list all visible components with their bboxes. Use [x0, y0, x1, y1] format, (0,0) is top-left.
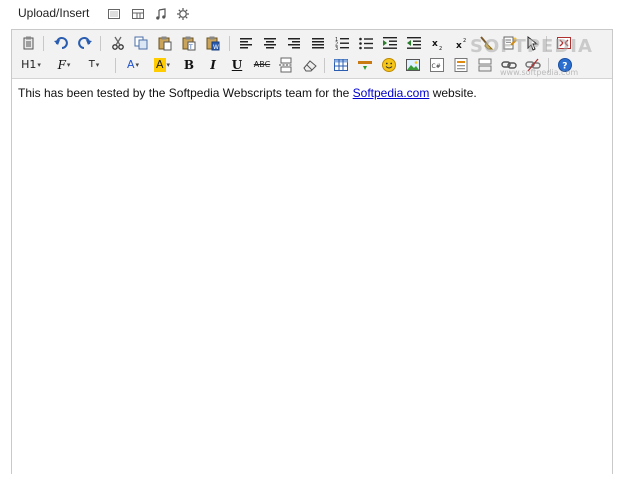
highlight-color-label: A [153, 58, 166, 72]
toolbar-separator [115, 58, 116, 73]
font-family-dropdown[interactable]: F ▾ [52, 55, 76, 75]
toolbar-separator [43, 36, 44, 51]
copy-icon[interactable] [131, 33, 151, 53]
chevron-down-icon: ▾ [95, 61, 100, 69]
paste-word-icon[interactable]: T [179, 33, 199, 53]
insert-code-icon[interactable]: C# [427, 55, 447, 75]
svg-text:x: x [456, 41, 462, 51]
highlight-color-dropdown[interactable]: A ▾ [149, 55, 175, 75]
heading-dropdown[interactable]: H1 ▾ [18, 55, 44, 75]
page-break-icon[interactable] [276, 55, 296, 75]
svg-text:2: 2 [463, 38, 466, 44]
paste-text-icon[interactable] [155, 33, 175, 53]
toolbar-separator [229, 36, 230, 51]
superscript-icon[interactable]: x2 [452, 33, 472, 53]
add-video-icon[interactable] [131, 7, 145, 21]
content-text-end: website. [429, 86, 477, 100]
indent-icon[interactable] [380, 33, 400, 53]
align-center-icon[interactable] [260, 33, 280, 53]
undo-icon[interactable] [51, 33, 71, 53]
chevron-down-icon: ▾ [66, 61, 71, 69]
cut-icon[interactable] [108, 33, 128, 53]
bold-label: B [183, 58, 195, 72]
chevron-down-icon: ▾ [166, 61, 171, 69]
add-audio-icon[interactable] [154, 7, 168, 21]
rich-text-editor: T W 123 x 2 x 2 H1 ▾ F ▾ T ▾ A ▾ A ▾ B I… [11, 29, 613, 474]
underline-label: U [231, 58, 243, 72]
align-right-icon[interactable] [284, 33, 304, 53]
upload-insert-label: Upload/Insert [18, 6, 90, 20]
align-justify-icon[interactable] [308, 33, 328, 53]
outdent-icon[interactable] [404, 33, 424, 53]
svg-text:W: W [213, 44, 219, 51]
bold-button[interactable]: B [179, 55, 199, 75]
svg-text:x: x [432, 39, 438, 49]
font-color-label: A [126, 58, 135, 71]
template-icon[interactable] [451, 55, 471, 75]
insert-image-icon[interactable] [403, 55, 423, 75]
softpedia-watermark-url: www.softpedia.com [500, 68, 579, 77]
editor-content[interactable]: This has been tested by the Softpedia We… [18, 86, 598, 100]
svg-text:T: T [188, 44, 193, 51]
font-color-dropdown[interactable]: A ▾ [121, 55, 145, 75]
smiley-icon[interactable] [379, 55, 399, 75]
upload-insert-bar: Upload/Insert [0, 0, 623, 28]
underline-button[interactable]: U [227, 55, 247, 75]
svg-text:C#: C# [432, 63, 441, 70]
strikethrough-label: ABC [253, 60, 271, 69]
bullet-list-icon[interactable] [356, 33, 376, 53]
softpedia-link[interactable]: Softpedia.com [353, 86, 430, 100]
numbered-list-icon[interactable]: 123 [332, 33, 352, 53]
strikethrough-button[interactable]: ABC [251, 55, 273, 75]
italic-label: I [210, 58, 216, 72]
heading-label: H1 [21, 58, 37, 71]
toolbar-separator [324, 58, 325, 73]
font-size-label: T [88, 59, 95, 70]
add-image-icon[interactable] [107, 7, 121, 21]
paste-icon[interactable] [19, 33, 39, 53]
content-text: This has been tested by the Softpedia We… [18, 86, 353, 100]
form-element-icon[interactable] [475, 55, 495, 75]
softpedia-watermark: SOFTPEDIA [470, 36, 593, 57]
eraser-icon[interactable] [300, 55, 320, 75]
svg-text:2: 2 [439, 46, 442, 51]
insert-table-icon[interactable] [331, 55, 351, 75]
toolbar-separator [100, 36, 101, 51]
paste-office-icon[interactable]: W [203, 33, 223, 53]
horizontal-rule-icon[interactable] [355, 55, 375, 75]
font-family-label: F [57, 58, 66, 72]
add-media-icon[interactable] [176, 7, 190, 21]
redo-icon[interactable] [75, 33, 95, 53]
align-left-icon[interactable] [236, 33, 256, 53]
chevron-down-icon: ▾ [37, 61, 41, 69]
svg-text:3: 3 [335, 46, 338, 51]
font-size-dropdown[interactable]: T ▾ [81, 55, 107, 75]
chevron-down-icon: ▾ [135, 61, 140, 69]
subscript-icon[interactable]: x2 [428, 33, 448, 53]
italic-button[interactable]: I [203, 55, 223, 75]
